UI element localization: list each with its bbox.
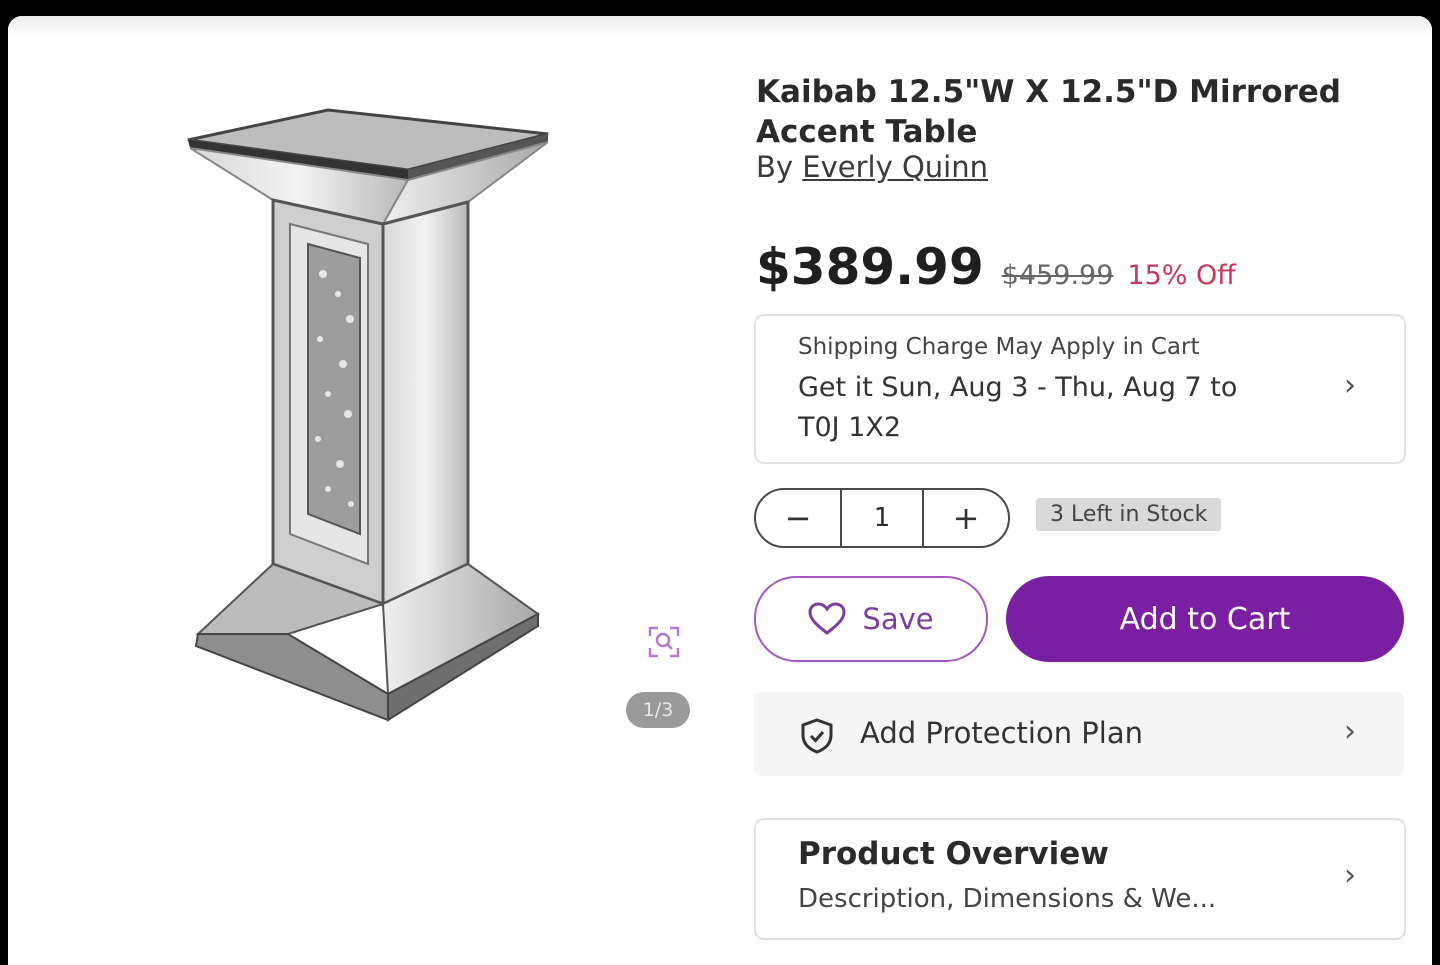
chevron-right-icon: › [1344, 368, 1356, 403]
brand-link[interactable]: Everly Quinn [802, 150, 988, 184]
heart-icon [808, 602, 846, 635]
chevron-right-icon: › [1344, 714, 1356, 749]
decrement-button[interactable]: − [756, 490, 840, 546]
increment-button[interactable]: + [924, 490, 1008, 546]
product-page: 1/3 Kaibab 12.5"W X 12.5"D Mirrored Acce… [8, 16, 1432, 965]
shipping-card[interactable]: Shipping Charge May Apply in Cart Get it… [754, 314, 1406, 464]
shipping-note: Shipping Charge May Apply in Cart [798, 334, 1200, 360]
brand-line: By Everly Quinn [756, 150, 988, 184]
current-price: $389.99 [756, 238, 984, 296]
discount-label: 15% Off [1127, 260, 1236, 291]
overview-heading: Product Overview [798, 836, 1109, 872]
image-gallery[interactable]: 1/3 [8, 16, 748, 965]
product-overview-card[interactable]: Product Overview Description, Dimensions… [754, 818, 1406, 940]
overview-subtext: Description, Dimensions & We... [798, 884, 1217, 914]
product-image[interactable] [178, 94, 558, 724]
protection-plan-label: Add Protection Plan [860, 716, 1143, 750]
zoom-button[interactable] [644, 622, 684, 662]
quantity-value[interactable]: 1 [840, 490, 924, 546]
price-row: $389.99 $459.99 15% Off [756, 238, 1236, 296]
stock-badge: 3 Left in Stock [1036, 498, 1222, 531]
quantity-stepper: − 1 + [754, 488, 1010, 548]
chevron-right-icon: › [1344, 858, 1356, 893]
original-price: $459.99 [1001, 260, 1114, 291]
protection-plan-row[interactable]: Add Protection Plan › [754, 692, 1404, 776]
shield-check-icon [801, 718, 833, 754]
brand-prefix: By [756, 150, 794, 184]
image-counter: 1/3 [626, 692, 690, 728]
zoom-icon [648, 626, 680, 658]
save-label: Save [862, 602, 934, 636]
product-title: Kaibab 12.5"W X 12.5"D Mirrored Accent T… [756, 74, 1341, 150]
add-to-cart-button[interactable]: Add to Cart [1006, 576, 1404, 662]
delivery-estimate: Get it Sun, Aug 3 - Thu, Aug 7 to T0J 1X… [798, 372, 1238, 443]
save-button[interactable]: Save [754, 576, 988, 662]
